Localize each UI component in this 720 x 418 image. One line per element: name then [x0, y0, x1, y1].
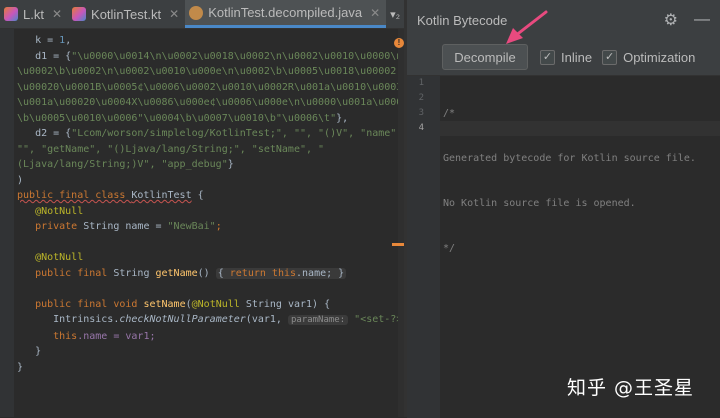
code-line: public final String getName() { return t…	[35, 267, 347, 279]
warning-icon[interactable]: !	[394, 38, 404, 48]
inline-label: Inline	[561, 49, 593, 65]
code-line: public final class KotlinTest {	[17, 190, 204, 201]
code-line: private String name = "NewBai";	[35, 221, 222, 232]
bytecode-line: */	[443, 243, 456, 254]
line-number: 4	[418, 123, 424, 133]
panel-toolbar: Decompile ✓ Inline ✓ Optimization	[407, 40, 720, 74]
code-text: k = 1, d1 = {"\u0000\u0014\n\u0002\u0018…	[17, 33, 404, 375]
line-number-gutter: 1 2 3 4	[407, 76, 440, 418]
editor-pane: L.kt ✕ KotlinTest.kt ✕ KotlinTest.decomp…	[0, 0, 404, 417]
bytecode-line: Generated bytecode for Kotlin source fil…	[443, 153, 696, 164]
minimize-icon[interactable]: —	[694, 11, 710, 29]
close-icon[interactable]: ✕	[169, 7, 179, 21]
gear-icon[interactable]: ⚙	[664, 10, 678, 30]
code-line: \u0002\b\u0002\n\u0002\u0010\u000e\n\u00…	[17, 66, 397, 77]
warning-marker[interactable]	[392, 243, 404, 246]
bytecode-editor[interactable]: 1 2 3 4 /* Generated bytecode for Kotlin…	[407, 75, 720, 418]
panel-title: Kotlin Bytecode	[417, 12, 508, 28]
code-line: "", "getName", "()Ljava/lang/String;", "…	[17, 143, 325, 155]
line-number: 2	[418, 93, 424, 103]
inline-checkbox[interactable]: ✓ Inline	[540, 49, 593, 65]
kotlin-file-icon	[4, 7, 18, 21]
optimization-checkbox[interactable]: ✓ Optimization	[602, 49, 696, 65]
code-line: )	[17, 174, 24, 186]
bytecode-line: No Kotlin source file is opened.	[443, 198, 636, 209]
checkmark-icon: ✓	[602, 49, 618, 65]
panel-header: Kotlin Bytecode ⚙ —	[407, 0, 720, 40]
code-line: }	[35, 346, 42, 357]
watermark: 知乎 @王圣星	[567, 377, 695, 399]
code-line: k = 1,	[35, 35, 72, 46]
code-line: \u00020\u0001B\u0005¢\u0006\u0002\u0010\…	[17, 81, 403, 93]
code-line: (Ljava/lang/String;)V", "app_debug"}	[17, 159, 234, 170]
java-class-icon	[189, 5, 204, 20]
tab-kotlintest-kt[interactable]: KotlinTest.kt ✕	[68, 0, 185, 28]
decompile-button[interactable]: Decompile	[442, 44, 528, 70]
tab-label: KotlinTest.kt	[91, 6, 162, 22]
bytecode-text: /* Generated bytecode for Kotlin source …	[443, 76, 696, 286]
parameter-hint: paramName:	[287, 315, 349, 325]
code-line: d2 = {"Lcom/worson/simplelog/KotlinTest;…	[35, 128, 403, 139]
kotlin-bytecode-panel: Kotlin Bytecode ⚙ — Decompile ✓ Inline ✓…	[407, 0, 720, 418]
kotlin-file-icon	[72, 7, 87, 21]
code-editor[interactable]: k = 1, d1 = {"\u0000\u0014\n\u0002\u0018…	[0, 29, 404, 417]
code-line: this.name = var1;	[53, 330, 156, 342]
tab-l-kt[interactable]: L.kt ✕	[0, 0, 68, 28]
optimization-label: Optimization	[623, 49, 696, 65]
code-line: \b\u0005\u0010\u0006"\u0004\b\u0007\u001…	[17, 112, 349, 124]
checkmark-icon: ✓	[540, 49, 555, 65]
code-line: @NotNull	[35, 252, 84, 263]
code-line: d1 = {"\u0000\u0014\n\u0002\u0018\u0002\…	[35, 50, 403, 62]
code-line: @NotNull	[35, 205, 84, 217]
editor-gutter	[0, 29, 14, 417]
tab-kotlintest-decompiled-java[interactable]: KotlinTest.decompiled.java ✕	[185, 0, 387, 28]
close-icon[interactable]: ✕	[370, 6, 380, 20]
tab-label: KotlinTest.decompiled.java	[208, 5, 363, 20]
line-number: 3	[418, 108, 424, 118]
code-line: }	[17, 361, 24, 373]
editor-tab-bar: L.kt ✕ KotlinTest.kt ✕ KotlinTest.decomp…	[0, 0, 404, 29]
line-number: 1	[418, 78, 424, 88]
code-line: public final void setName(@NotNull Strin…	[35, 298, 331, 310]
tab-overflow-menu[interactable]: ▾₂	[390, 8, 400, 21]
code-line: Intrinsics.checkNotNullParameter(var1, p…	[53, 314, 404, 325]
close-icon[interactable]: ✕	[52, 7, 62, 21]
bytecode-line: /*	[443, 108, 456, 119]
tab-label: L.kt	[23, 6, 44, 22]
code-line: \u001a\u00020\u0004X\u0086\u000e¢\u0006\…	[17, 97, 404, 108]
